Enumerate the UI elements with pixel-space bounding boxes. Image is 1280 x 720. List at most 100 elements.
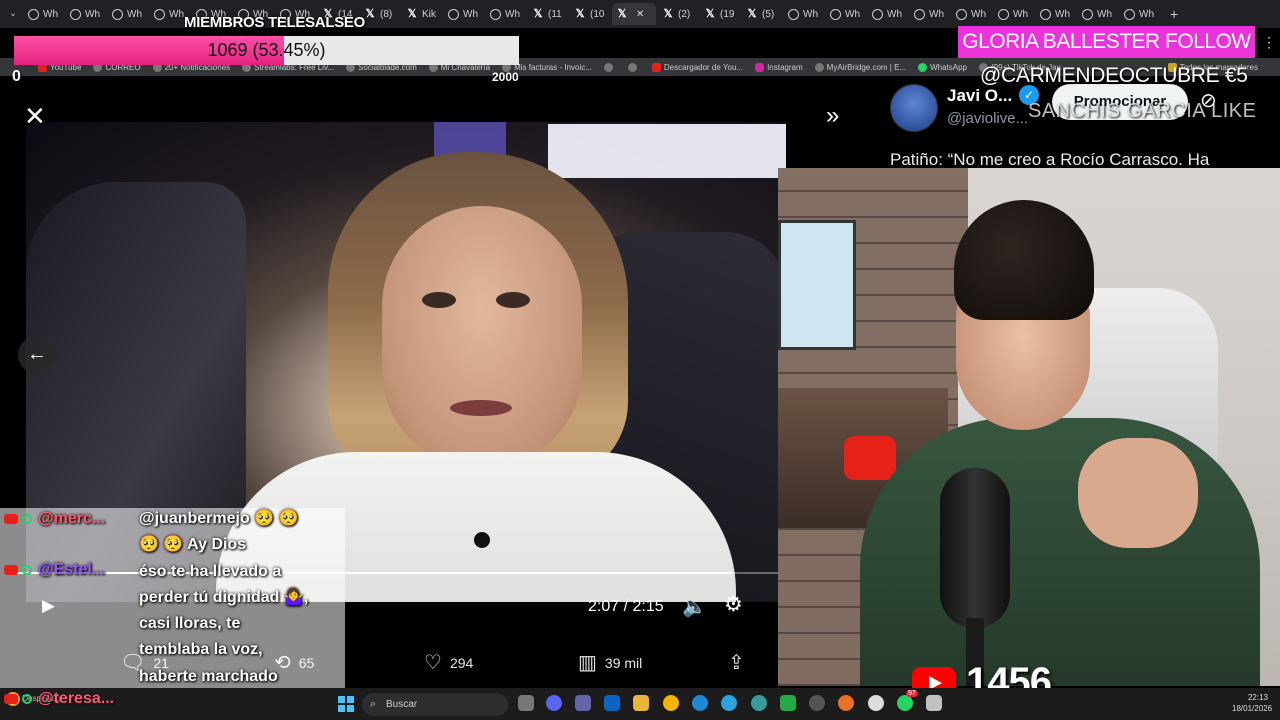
chat-username: @merc... [38, 510, 106, 527]
follow-alert: GLORIA BALLESTER FOLLOW [958, 26, 1255, 58]
chat-message-line: éso te ha llevado a [139, 562, 282, 580]
bookmark-item[interactable]: Descargador de You... [651, 62, 743, 72]
tweet-author[interactable]: Javi O... [947, 86, 1012, 106]
bookmark-label: Mis facturas - Invoic... [514, 62, 592, 72]
app-icon[interactable] [838, 695, 854, 711]
chrome-icon[interactable] [663, 695, 679, 711]
bookmark-item[interactable]: Instagram [755, 62, 803, 72]
chat-message: @juanbermejo 🥺 🥺 🥺 🥺 Ay Dios éso te ha lle… [139, 506, 349, 716]
like-count: 294 [449, 654, 474, 671]
chat-message-line: haberte marchado [139, 667, 278, 685]
more-options-icon[interactable]: ⋮ [1262, 34, 1276, 51]
browser-tab[interactable]: Wh [108, 3, 148, 25]
bookmark-label: Instagram [767, 62, 803, 72]
bookmark-label: MyAirBridge.com | E... [826, 62, 907, 72]
tab-label: (10 [590, 8, 605, 20]
tab-label: (5) [762, 8, 775, 20]
chrome-profile-icon[interactable] [868, 695, 884, 711]
volume-icon[interactable]: 🔈 [682, 594, 707, 619]
edge-icon[interactable] [692, 695, 708, 711]
close-tab-icon[interactable]: ✕ [636, 9, 644, 20]
capcut-icon[interactable] [780, 695, 796, 711]
goal-title: MIEMBROS TELESALSEO [184, 14, 365, 31]
browser-tab[interactable]: Wh [486, 3, 526, 25]
obs-icon[interactable] [809, 695, 825, 711]
taskbar-search[interactable]: ⌕ Buscar [362, 693, 508, 716]
bookmark-item[interactable]: MyAirBridge.com | E... [814, 62, 907, 72]
streamer-hand [1078, 438, 1198, 548]
tab-label: Wh [85, 8, 100, 20]
guest-eye [422, 292, 456, 308]
whatsapp-icon[interactable] [897, 695, 913, 711]
browser-tab[interactable]: Wh [24, 3, 64, 25]
chat-username: @Estel... [38, 561, 106, 578]
browser-tab[interactable]: Wh [444, 3, 484, 25]
browser-tab[interactable]: Wh [868, 3, 908, 25]
bookmark-favicon-icon [627, 62, 637, 72]
bar-chart-icon: ▥ [578, 652, 597, 674]
browser-tab[interactable]: 𝕏 (11 [528, 3, 568, 25]
outlook-icon[interactable] [604, 695, 620, 711]
globe-icon [1040, 8, 1051, 20]
views-button[interactable]: ▥ 39 mil [578, 650, 642, 675]
bookmark-item[interactable] [603, 62, 616, 72]
close-icon[interactable]: ✕ [24, 103, 46, 129]
bookmark-item[interactable]: WhatsApp [918, 62, 967, 72]
guest-mouth [450, 400, 512, 416]
settings-gear-icon[interactable]: ⚙ [724, 592, 743, 617]
globe-icon [788, 8, 799, 20]
guest-eye [496, 292, 530, 308]
youtube-icon [4, 693, 18, 704]
browser-tab[interactable]: 𝕏 (10 [570, 3, 610, 25]
browser-tab[interactable]: 𝕏 Kik [402, 3, 442, 25]
video-time: 2:07 / 2:15 [588, 598, 664, 615]
avatar[interactable] [890, 84, 938, 132]
tweet-handle[interactable]: @javiolive... [947, 110, 1028, 127]
tab-search-chevron-icon[interactable]: ⌄ [4, 5, 22, 23]
globe-icon [448, 8, 459, 20]
browser-tab[interactable]: 𝕏 ✕ [612, 3, 656, 25]
file-explorer-icon[interactable] [633, 695, 649, 711]
snipping-tool-icon[interactable] [926, 695, 942, 711]
browser-tab[interactable]: Wh [910, 3, 950, 25]
globe-icon [112, 8, 123, 20]
globe-icon [490, 8, 501, 20]
browser-tab[interactable]: 𝕏 (8) [360, 3, 400, 25]
tab-label: Wh [1097, 8, 1112, 20]
browser-tab[interactable]: Wh [1036, 3, 1076, 25]
browser-tab[interactable]: 𝕏 (5) [742, 3, 782, 25]
share-button[interactable]: ⇪ [728, 650, 753, 675]
windows-start-icon[interactable] [338, 696, 354, 712]
discord-icon[interactable] [546, 695, 562, 711]
system-clock[interactable]: 22:13 18/01/2026 [1232, 692, 1272, 714]
globe-app-icon[interactable] [751, 695, 767, 711]
tab-label: Wh [803, 8, 818, 20]
telegram-icon[interactable] [721, 695, 737, 711]
new-tab-plus-icon[interactable]: + [1170, 6, 1178, 22]
previous-arrow-icon[interactable]: ← [18, 336, 56, 374]
lapel-mic [474, 532, 490, 548]
expand-panel-icon[interactable]: » [826, 102, 839, 130]
chat-message-line: casi lloras, te [139, 615, 241, 633]
tab-label: Wh [127, 8, 142, 20]
browser-tab[interactable]: Wh [1120, 3, 1160, 25]
like-button[interactable]: ♡ 294 [424, 650, 473, 675]
x-logo-icon: 𝕏 [407, 7, 417, 20]
task-view-icon[interactable] [518, 695, 534, 711]
browser-tab[interactable]: Wh [1078, 3, 1118, 25]
browser-tab[interactable]: Wh [826, 3, 866, 25]
bookmark-favicon-icon [603, 62, 613, 72]
teams-icon[interactable] [575, 695, 591, 711]
browser-tab[interactable]: Wh [66, 3, 106, 25]
youtube-icon [4, 564, 18, 575]
browser-tab[interactable]: Wh [994, 3, 1034, 25]
streamer-sweater [860, 418, 1260, 686]
chat-message-line: @juanbermejo 🥺 🥺 [139, 510, 299, 527]
browser-tab[interactable]: 𝕏 (2) [658, 3, 698, 25]
bookmark-favicon-icon [918, 62, 928, 72]
bookmark-item[interactable] [627, 62, 640, 72]
browser-tab[interactable]: Wh [784, 3, 824, 25]
browser-tab[interactable]: 𝕏 (19 [700, 3, 740, 25]
screen: ⌄ Wh Wh Wh Wh Wh Wh Wh 𝕏 (14 𝕏 (8) 𝕏 Kik Wh Wh 𝕏 (11 𝕏 (10… [0, 0, 1280, 720]
browser-tab[interactable]: Wh [952, 3, 992, 25]
